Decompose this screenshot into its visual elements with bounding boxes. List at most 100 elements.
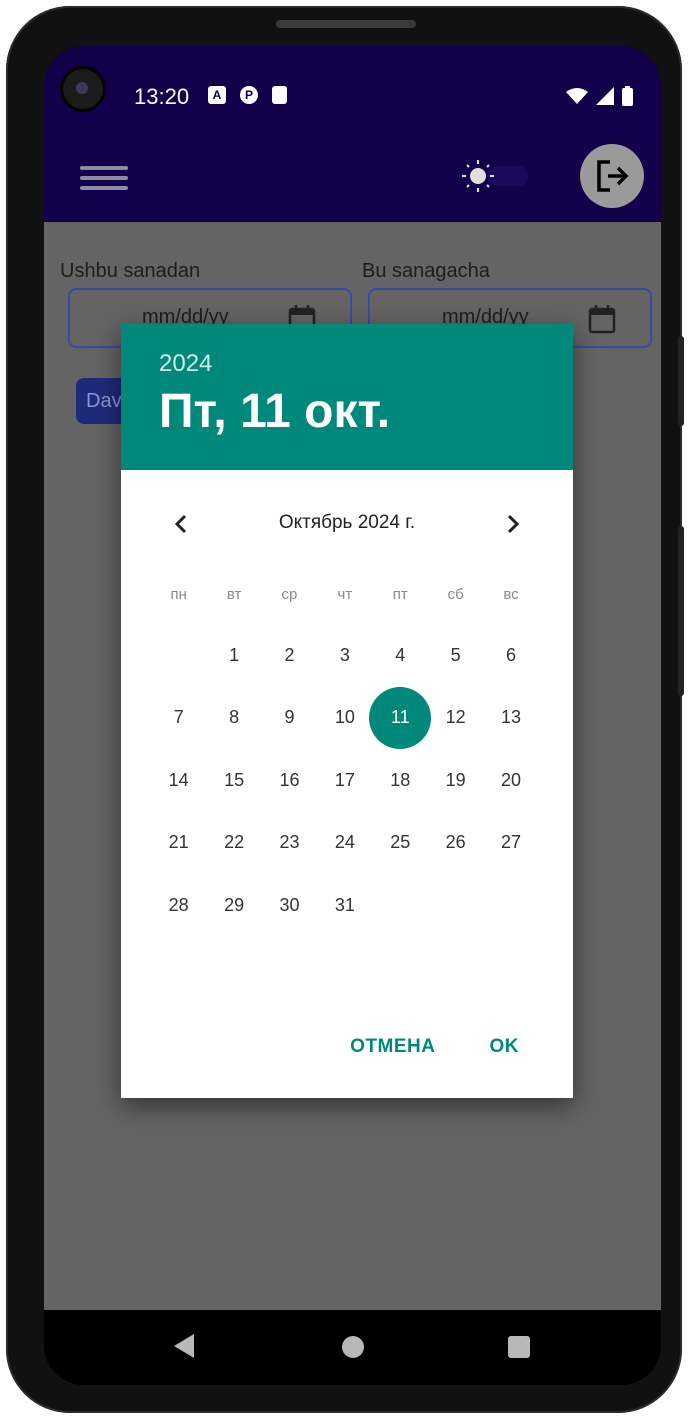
day-number: 2 (284, 644, 295, 665)
recents-icon[interactable] (508, 1336, 530, 1358)
day-cell[interactable]: 8 (206, 687, 261, 750)
day-cell[interactable]: 28 (151, 874, 206, 937)
to-date-label: Bu sanagacha (362, 260, 490, 282)
day-number: 1 (229, 644, 240, 665)
system-nav-bar (44, 1310, 661, 1385)
front-camera (60, 66, 106, 112)
day-number: 11 (390, 707, 410, 728)
day-number: 27 (501, 832, 522, 853)
day-number: 23 (279, 832, 300, 853)
day-number: 3 (339, 644, 350, 665)
date-picker-dialog: 2024 Пт, 11 окт. Октябрь 2024 г. пн вт ср ч… (121, 324, 573, 1098)
day-cell[interactable]: 30 (262, 874, 317, 937)
day-cell[interactable]: 10 (317, 687, 372, 750)
signal-icon (596, 87, 614, 105)
day-cell[interactable]: 25 (373, 812, 428, 875)
day-number: 13 (501, 707, 522, 728)
day-cell[interactable]: 21 (151, 812, 206, 875)
day-number: 17 (334, 769, 355, 790)
day-number: 16 (279, 769, 300, 790)
weekday-header: пн вт ср чт пт сб вс (151, 586, 541, 603)
day-cell[interactable]: 16 (262, 749, 317, 812)
logout-button[interactable] (580, 144, 644, 208)
home-icon[interactable] (342, 1336, 364, 1358)
menu-icon[interactable] (80, 160, 128, 196)
status-time: 13:20 (134, 84, 190, 109)
sun-icon (462, 160, 528, 192)
day-cell[interactable]: 20 (483, 749, 538, 812)
day-cell[interactable]: 17 (317, 749, 372, 812)
ok-button[interactable]: OK (490, 1036, 520, 1058)
back-icon[interactable] (174, 1334, 194, 1358)
next-month-button[interactable] (499, 510, 527, 538)
battery-icon (622, 86, 633, 106)
weekday-label: чт (337, 586, 353, 603)
day-number: 4 (395, 644, 406, 665)
day-number: 20 (501, 769, 522, 790)
status-system-icons (566, 86, 633, 106)
day-cell[interactable]: 31 (317, 874, 372, 937)
day-number: 12 (445, 707, 466, 728)
day-cell[interactable]: 2 (262, 624, 317, 687)
day-cell[interactable]: 7 (151, 687, 206, 750)
earpiece-speaker (276, 20, 416, 28)
day-cell[interactable]: 24 (317, 812, 372, 875)
month-navigation: Октябрь 2024 г. (121, 504, 573, 544)
weekday-label: пн (170, 586, 187, 603)
day-number: 9 (284, 707, 295, 728)
day-cell[interactable]: 6 (483, 624, 538, 687)
day-cell[interactable]: 27 (483, 812, 538, 875)
day-number: 25 (390, 832, 411, 853)
day-number: 26 (445, 832, 466, 853)
status-notification-icons: A P (208, 86, 287, 104)
day-number: 21 (168, 832, 189, 853)
day-cell[interactable]: 14 (151, 749, 206, 812)
day-number: 15 (224, 769, 245, 790)
day-cell[interactable]: 5 (428, 624, 483, 687)
volume-button (678, 336, 684, 426)
day-cell[interactable]: 12 (428, 687, 483, 750)
logout-icon (597, 160, 629, 192)
day-cell[interactable]: 13 (483, 687, 538, 750)
day-cell[interactable]: 1 (206, 624, 261, 687)
day-number: 10 (334, 707, 355, 728)
date-picker-header: 2024 Пт, 11 окт. (121, 324, 573, 470)
day-cell[interactable]: 23 (262, 812, 317, 875)
calendar-grid: 1 2 3 4 5 6 7 8 9 10 11 12 13 14 15 16 17 18 19 20 21 22 23 24 2… (151, 624, 541, 937)
day-number: 29 (224, 894, 245, 915)
day-cell[interactable]: 22 (206, 812, 261, 875)
cancel-button[interactable]: ОТМЕНА (350, 1036, 435, 1058)
sd-card-icon (272, 86, 287, 104)
day-cell[interactable]: 3 (317, 624, 372, 687)
from-date-label: Ushbu sanadan (60, 260, 201, 282)
weekday-label: пт (392, 586, 408, 603)
dialog-actions: ОТМЕНА OK (350, 1036, 519, 1058)
a-icon: A (208, 86, 226, 104)
calendar-icon (588, 305, 616, 334)
app-bar (44, 144, 661, 222)
theme-toggle[interactable] (458, 158, 532, 194)
selected-day[interactable]: 11 (373, 687, 428, 750)
day-number: 24 (334, 832, 355, 853)
day-number: 19 (445, 769, 466, 790)
day-number: 6 (506, 644, 517, 665)
day-cell[interactable]: 4 (373, 624, 428, 687)
day-cell[interactable]: 29 (206, 874, 261, 937)
day-number: 7 (173, 707, 184, 728)
day-cell[interactable]: 15 (206, 749, 261, 812)
weekday-label: вт (226, 586, 242, 603)
day-cell[interactable]: 18 (373, 749, 428, 812)
day-number: 18 (390, 769, 411, 790)
day-cell[interactable]: 26 (428, 812, 483, 875)
chevron-right-icon (507, 514, 520, 534)
day-cell[interactable]: 19 (428, 749, 483, 812)
badge-icon: P (240, 86, 258, 104)
picker-year[interactable]: 2024 (159, 350, 212, 378)
picker-selected-date: Пт, 11 окт. (159, 385, 391, 438)
day-number: 31 (334, 894, 355, 915)
status-bar: 13:20 A P (44, 46, 661, 150)
day-cell[interactable]: 9 (262, 687, 317, 750)
power-button (678, 526, 684, 696)
day-number: 8 (229, 707, 240, 728)
day-number: 14 (168, 769, 189, 790)
